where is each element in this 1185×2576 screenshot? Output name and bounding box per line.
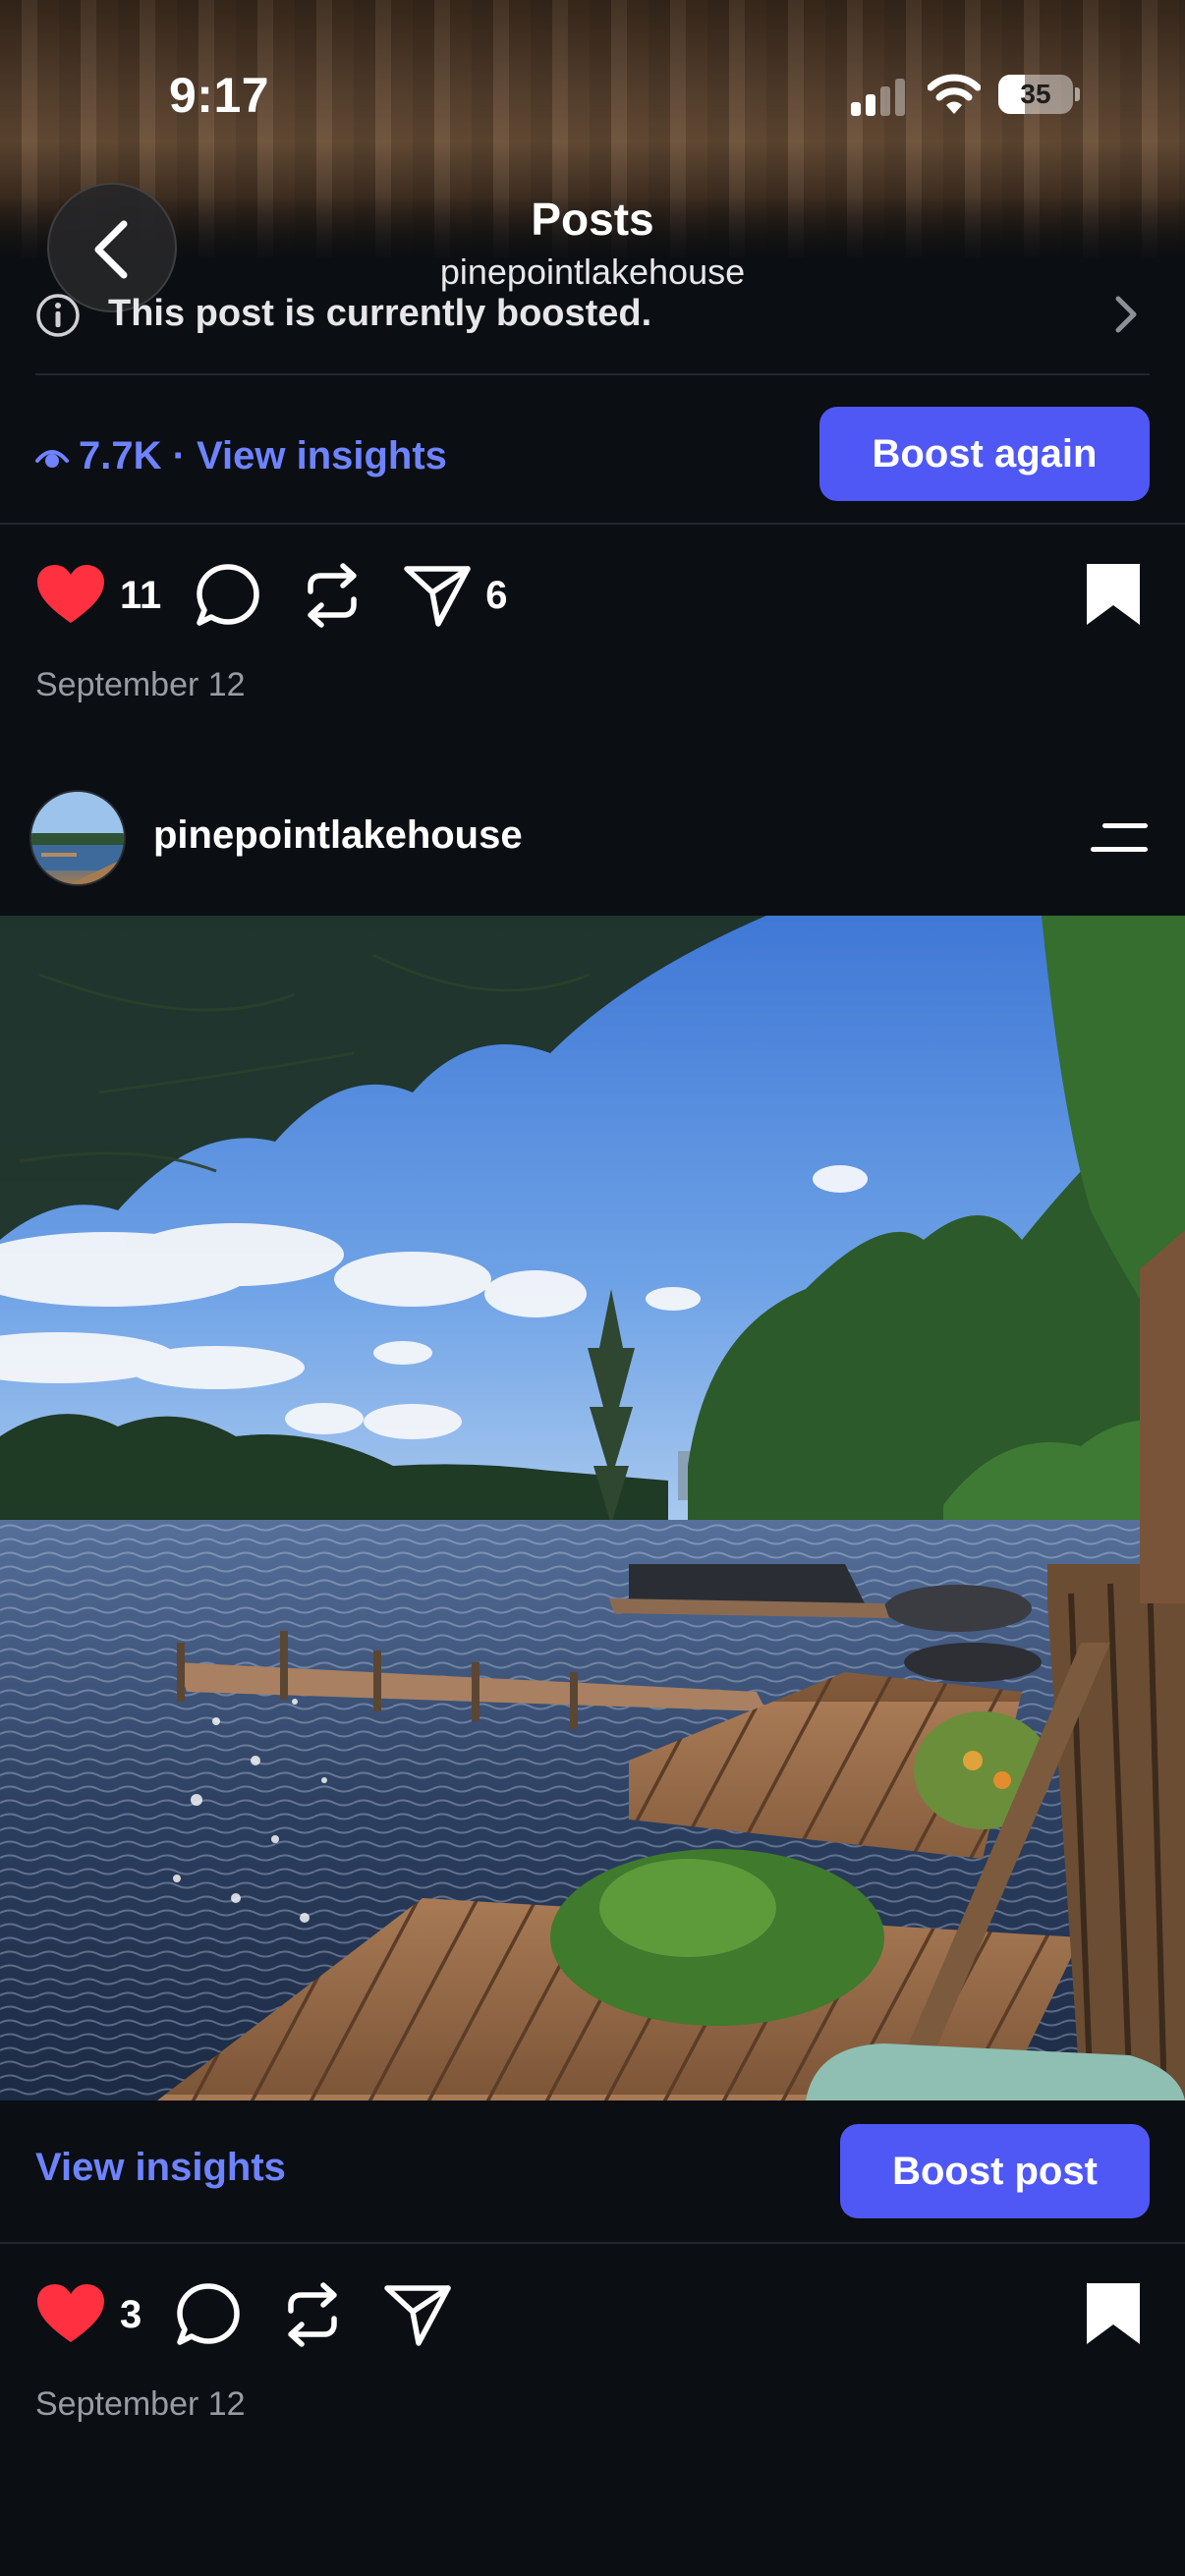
boosted-banner-text[interactable]: This post is currently boosted. bbox=[108, 293, 651, 335]
heart-icon[interactable] bbox=[35, 2283, 106, 2346]
chevron-right-icon[interactable] bbox=[1110, 293, 1140, 336]
comment-icon[interactable] bbox=[175, 2281, 242, 2348]
divider bbox=[35, 373, 1150, 375]
eye-icon bbox=[35, 450, 69, 468]
comment-icon[interactable] bbox=[195, 562, 261, 629]
heart-icon[interactable] bbox=[35, 564, 106, 627]
share-icon[interactable] bbox=[383, 2282, 452, 2347]
chevron-left-icon bbox=[94, 220, 128, 279]
battery-percentage: 35 bbox=[1020, 79, 1051, 109]
menu-icon[interactable] bbox=[1089, 821, 1150, 855]
divider bbox=[0, 523, 1185, 525]
page-subtitle: pinepointlakehouse bbox=[439, 252, 746, 292]
post-username[interactable]: pinepointlakehouse bbox=[153, 813, 523, 858]
post2-actions: 3 bbox=[35, 2279, 452, 2350]
post1-actions: 11 6 bbox=[35, 560, 541, 631]
avatar[interactable] bbox=[29, 790, 126, 886]
like-count: 11 bbox=[120, 573, 162, 617]
page-title: Posts bbox=[531, 194, 654, 245]
view-insights-link[interactable]: View insights bbox=[35, 2146, 286, 2190]
insights-label: 7.7K · View insights bbox=[79, 433, 447, 477]
post-photo[interactable] bbox=[0, 916, 1185, 2100]
share-count: 6 bbox=[485, 573, 508, 617]
repost-icon[interactable] bbox=[301, 562, 364, 629]
boost-again-button[interactable]: Boost again bbox=[819, 407, 1150, 501]
like-count: 3 bbox=[120, 2292, 142, 2336]
bookmark-icon[interactable] bbox=[1085, 562, 1142, 627]
post-date: September 12 bbox=[35, 2385, 246, 2423]
cellular-signal-icon bbox=[851, 79, 905, 116]
share-icon[interactable] bbox=[403, 563, 472, 628]
divider bbox=[0, 2242, 1185, 2244]
repost-icon[interactable] bbox=[281, 2281, 344, 2348]
battery-icon: 35 bbox=[998, 75, 1081, 114]
boost-post-button[interactable]: Boost post bbox=[840, 2124, 1150, 2218]
battery-tip bbox=[1075, 87, 1080, 101]
status-time: 9:17 bbox=[169, 68, 270, 123]
bookmark-icon[interactable] bbox=[1085, 2281, 1142, 2346]
post-date: September 12 bbox=[35, 666, 246, 703]
view-insights-link[interactable]: 7.7K · View insights bbox=[35, 428, 447, 483]
wifi-icon bbox=[928, 74, 981, 114]
info-icon bbox=[36, 294, 80, 337]
